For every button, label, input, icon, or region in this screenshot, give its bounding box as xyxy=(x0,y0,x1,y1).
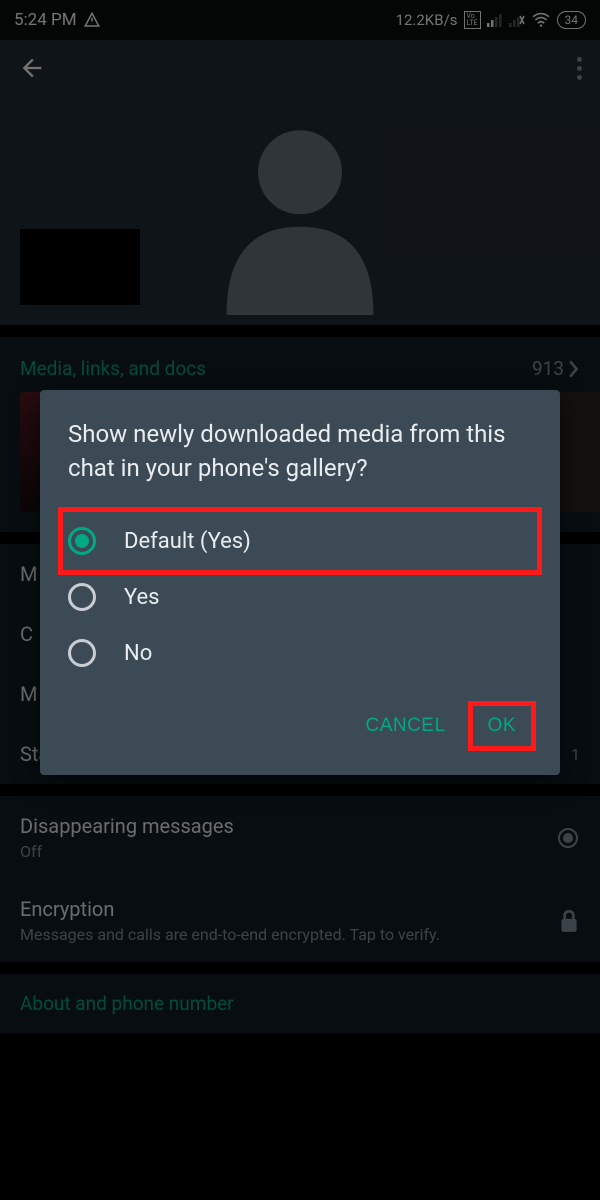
media-visibility-dialog: Show newly downloaded media from this ch… xyxy=(40,390,560,775)
radio-option-default[interactable]: Default (Yes) xyxy=(68,513,532,569)
ok-label: OK xyxy=(488,715,516,736)
radio-label: Default (Yes) xyxy=(124,529,251,554)
dialog-title: Show newly downloaded media from this ch… xyxy=(68,418,532,485)
radio-label: Yes xyxy=(124,585,160,610)
radio-option-yes[interactable]: Yes xyxy=(68,569,532,625)
radio-icon xyxy=(68,583,96,611)
radio-option-no[interactable]: No xyxy=(68,625,532,681)
dialog-overlay: Show newly downloaded media from this ch… xyxy=(0,0,600,1200)
radio-label: No xyxy=(124,641,152,666)
ok-button[interactable]: OK xyxy=(472,705,532,747)
radio-icon xyxy=(68,527,96,555)
radio-icon xyxy=(68,639,96,667)
cancel-button[interactable]: CANCEL xyxy=(349,705,461,747)
